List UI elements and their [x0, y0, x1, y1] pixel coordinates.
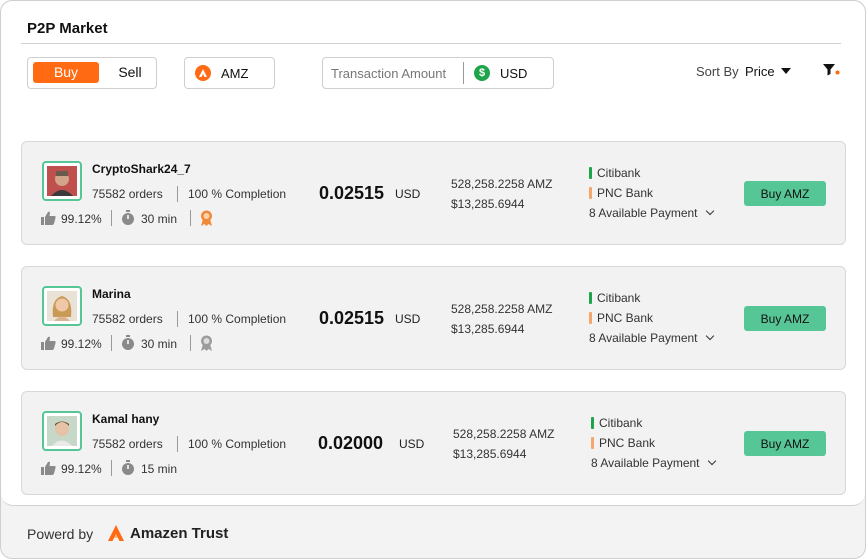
amount-divider: [463, 62, 464, 84]
more-payments-link[interactable]: 8 Available Payment: [591, 456, 700, 470]
sort-label: Sort By: [696, 64, 739, 79]
separator: [111, 335, 112, 351]
market-panel: P2P Market Buy Sell AMZ $ USD Sort By Pr…: [1, 1, 865, 506]
payment-method-citibank: Citibank: [597, 166, 641, 180]
orders-count: 75582 orders: [92, 187, 163, 201]
release-time: 30 min: [141, 212, 178, 226]
transaction-amount-field: $ USD: [322, 57, 554, 89]
buy-sell-toggle: Buy Sell: [27, 57, 157, 89]
payment-method-citibank: Citibank: [597, 291, 641, 305]
dollar-icon: $: [474, 65, 490, 81]
pnc-marker: [589, 312, 592, 324]
sell-tab[interactable]: Sell: [106, 62, 154, 83]
silver-badge-icon: [201, 335, 212, 351]
trader-name[interactable]: Kamal hany: [92, 412, 159, 426]
thumbs-up-icon: [41, 461, 56, 475]
buy-tab[interactable]: Buy: [33, 62, 99, 83]
available-amount: 528,258.2258 AMZ: [453, 427, 555, 441]
release-time: 30 min: [141, 337, 178, 351]
orders-count: 75582 orders: [92, 312, 163, 326]
chevron-down-icon[interactable]: [781, 68, 791, 74]
price-currency: USD: [399, 437, 425, 451]
payment-method-pnc: PNC Bank: [597, 311, 654, 325]
chevron-down-icon[interactable]: [705, 206, 715, 216]
transaction-amount-input[interactable]: [331, 63, 461, 83]
order-limit: $13,285.6944: [453, 447, 527, 461]
order-limit: $13,285.6944: [451, 197, 525, 211]
separator: [177, 186, 178, 202]
sort-select[interactable]: Price: [745, 64, 775, 79]
currency-select[interactable]: USD: [500, 66, 527, 81]
price-currency: USD: [395, 312, 421, 326]
citibank-marker: [591, 417, 594, 429]
separator: [111, 460, 112, 476]
thumbs-up-icon: [41, 336, 56, 350]
avatar: [42, 411, 82, 451]
orders-count: 75582 orders: [92, 437, 163, 451]
offer-card: CryptoShark24_7 75582 orders 100 % Compl…: [21, 141, 846, 245]
avatar: [42, 161, 82, 201]
offer-card: Marina 75582 orders 100 % Completion 99.…: [21, 266, 846, 370]
payment-method-citibank: Citibank: [599, 416, 643, 430]
trader-name[interactable]: Marina: [92, 287, 131, 301]
completion-rate: 100 % Completion: [188, 312, 287, 326]
release-time: 15 min: [141, 462, 178, 476]
asset-label: AMZ: [221, 66, 249, 81]
gold-badge-icon: [201, 210, 212, 226]
p2p-market-window: P2P Market Buy Sell AMZ $ USD Sort By Pr…: [0, 0, 866, 559]
chevron-down-icon[interactable]: [705, 331, 715, 341]
title-divider: [21, 43, 841, 44]
price-currency: USD: [395, 187, 421, 201]
available-amount: 528,258.2258 AMZ: [451, 177, 553, 191]
payment-method-pnc: PNC Bank: [599, 436, 656, 450]
price-value: 0.02515: [319, 183, 385, 203]
separator: [111, 210, 112, 226]
amazen-logo-icon: [195, 65, 211, 81]
separator: [190, 335, 191, 351]
more-payments-link[interactable]: 8 Available Payment: [589, 331, 698, 345]
pnc-marker: [591, 437, 594, 449]
rating: 99.12%: [61, 337, 102, 351]
price-value: 0.02515: [319, 308, 385, 328]
separator: [190, 210, 191, 226]
available-amount: 528,258.2258 AMZ: [451, 302, 553, 316]
separator: [177, 436, 178, 452]
page-title: P2P Market: [27, 20, 108, 37]
amazen-logo-icon: [108, 525, 124, 541]
stopwatch-icon: [122, 335, 134, 350]
trader-name[interactable]: CryptoShark24_7: [92, 162, 191, 176]
payment-method-pnc: PNC Bank: [597, 186, 654, 200]
filter-icon[interactable]: [822, 63, 840, 77]
citibank-marker: [589, 167, 592, 179]
rating: 99.12%: [61, 212, 102, 226]
order-limit: $13,285.6944: [451, 322, 525, 336]
buy-amz-button[interactable]: Buy AMZ: [744, 431, 826, 456]
more-payments-link[interactable]: 8 Available Payment: [589, 206, 698, 220]
thumbs-up-icon: [41, 211, 56, 225]
asset-select[interactable]: AMZ: [184, 57, 275, 89]
completion-rate: 100 % Completion: [188, 187, 287, 201]
powered-by-label: Powerd by: [27, 526, 94, 542]
brand-name: Amazen Trust: [130, 525, 229, 542]
buy-amz-button[interactable]: Buy AMZ: [744, 306, 826, 331]
buy-amz-button[interactable]: Buy AMZ: [744, 181, 826, 206]
offer-card: Kamal hany 75582 orders 100 % Completion…: [21, 391, 846, 495]
avatar: [42, 286, 82, 326]
completion-rate: 100 % Completion: [188, 437, 287, 451]
citibank-marker: [589, 292, 592, 304]
stopwatch-icon: [122, 460, 134, 475]
separator: [177, 311, 178, 327]
price-value: 0.02000: [318, 433, 384, 453]
rating: 99.12%: [61, 462, 102, 476]
chevron-down-icon[interactable]: [707, 456, 717, 466]
pnc-marker: [589, 187, 592, 199]
stopwatch-icon: [122, 210, 134, 225]
